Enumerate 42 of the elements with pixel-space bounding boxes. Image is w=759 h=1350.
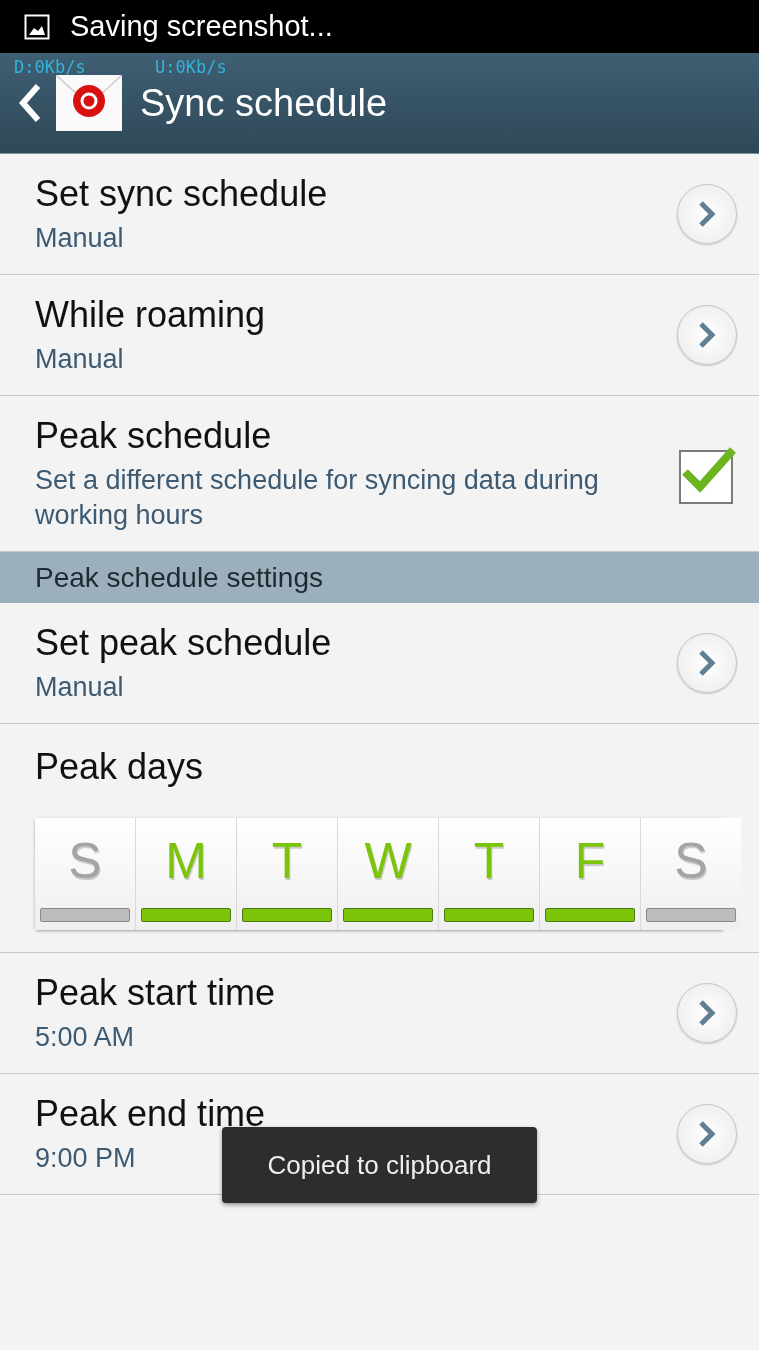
section-title: Peak schedule settings [35, 561, 323, 594]
settings-row[interactable]: Peak start time 5:00 AM [0, 953, 759, 1074]
day-toggle[interactable]: F [539, 818, 640, 930]
download-speed: D:0Kb/s [14, 57, 86, 77]
day-toggle[interactable]: S [640, 818, 741, 930]
chevron-button[interactable] [677, 983, 737, 1043]
notification-text: Saving screenshot... [70, 10, 333, 43]
chevron-right-icon [698, 999, 716, 1027]
row-title: Set sync schedule [35, 172, 328, 215]
upload-speed: U:0Kb/s [155, 57, 227, 77]
email-app-icon [56, 75, 122, 131]
row-title: Peak schedule [35, 414, 272, 457]
row-subtitle: Manual [35, 670, 124, 704]
chevron-right-icon [698, 1120, 716, 1148]
chevron-button[interactable] [677, 184, 737, 244]
settings-row[interactable]: Set sync schedule Manual [0, 154, 759, 275]
settings-row[interactable]: While roaming Manual [0, 275, 759, 396]
row-title: Peak days [35, 746, 205, 788]
day-toggle[interactable]: S [35, 818, 135, 930]
chevron-right-icon [698, 649, 716, 677]
back-icon[interactable] [18, 83, 42, 123]
chevron-button[interactable] [677, 1104, 737, 1164]
day-toggle[interactable]: M [135, 818, 236, 930]
row-subtitle: Manual [35, 342, 124, 376]
chevron-button[interactable] [677, 633, 737, 693]
window-title: Sync schedule [140, 81, 388, 125]
row-title: Peak start time [35, 971, 276, 1014]
toast: Copied to clipboard [222, 1127, 537, 1203]
row-subtitle: Set a different schedule for syncing data during working hours [35, 463, 600, 532]
settings-row[interactable]: Set peak schedule Manual [0, 603, 759, 724]
day-toggle[interactable]: T [236, 818, 337, 930]
day-toggle[interactable]: W [337, 818, 438, 930]
row-title: While roaming [35, 293, 266, 336]
row-title: Set peak schedule [35, 621, 332, 664]
row-subtitle: 5:00 AM [35, 1020, 135, 1054]
row-subtitle: Manual [35, 221, 124, 255]
day-toggle[interactable]: T [438, 818, 539, 930]
row-subtitle: 9:00 PM [35, 1141, 136, 1175]
chevron-button[interactable] [677, 305, 737, 365]
chevron-right-icon [698, 321, 716, 349]
image-icon [24, 13, 50, 40]
chevron-right-icon [698, 200, 716, 228]
